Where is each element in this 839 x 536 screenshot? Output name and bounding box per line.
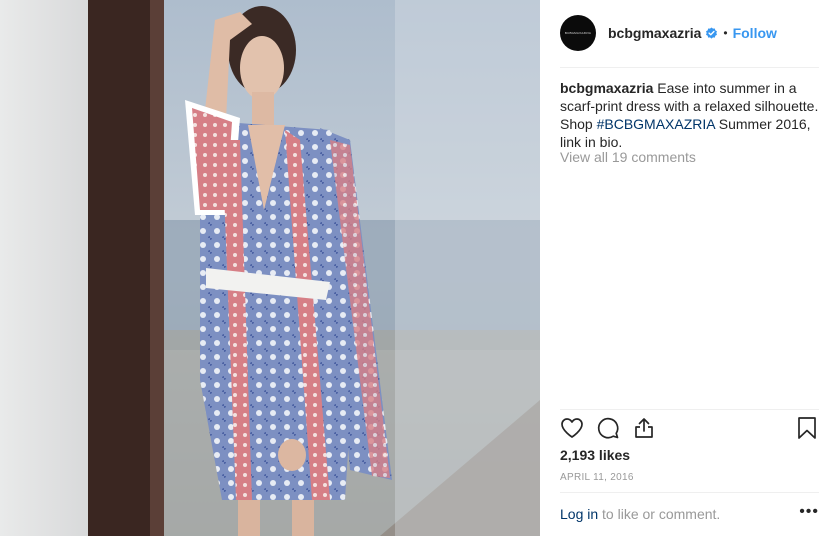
like-button[interactable] [560,416,586,442]
heart-icon [561,418,583,438]
login-link[interactable]: Log in [560,506,598,522]
comment-button[interactable] [596,416,622,442]
save-button[interactable] [795,416,821,442]
post-date[interactable]: APRIL 11, 2016 [560,472,634,483]
caption-username[interactable]: bcbgmaxazria [560,80,653,96]
caption-hashtag[interactable]: #BCBGMAXAZRIA [597,116,715,132]
share-button[interactable] [632,416,658,442]
login-prompt: Log in to like or comment. [560,506,720,522]
bookmark-icon [798,417,816,439]
post-sidebar: BCBGMAXAZRIA bcbgmaxazria • Follow bcbgm… [540,0,839,536]
verified-badge-icon [705,26,718,40]
caption: bcbgmaxazria Ease into summer in a scarf… [560,79,822,151]
post-photo [0,0,540,536]
header-username[interactable]: bcbgmaxazria [608,25,701,41]
share-icon [635,418,653,438]
view-all-comments-link[interactable]: View all 19 comments [560,149,696,165]
avatar[interactable]: BCBGMAXAZRIA [560,15,596,51]
post-image[interactable] [0,0,540,536]
likes-count[interactable]: 2,193 likes [560,447,630,463]
login-prompt-text: to like or comment. [598,506,721,522]
header-separator: • [723,26,728,40]
footer-divider [560,492,819,493]
post-header: BCBGMAXAZRIA bcbgmaxazria • Follow [560,13,777,53]
avatar-logo-text: BCBGMAXAZRIA [564,31,592,35]
comment-icon [597,417,619,439]
follow-button[interactable]: Follow [733,25,777,41]
more-options-button[interactable]: ••• [799,503,819,521]
actions-divider [560,409,819,410]
action-bar [560,416,821,444]
header-divider [560,67,819,68]
